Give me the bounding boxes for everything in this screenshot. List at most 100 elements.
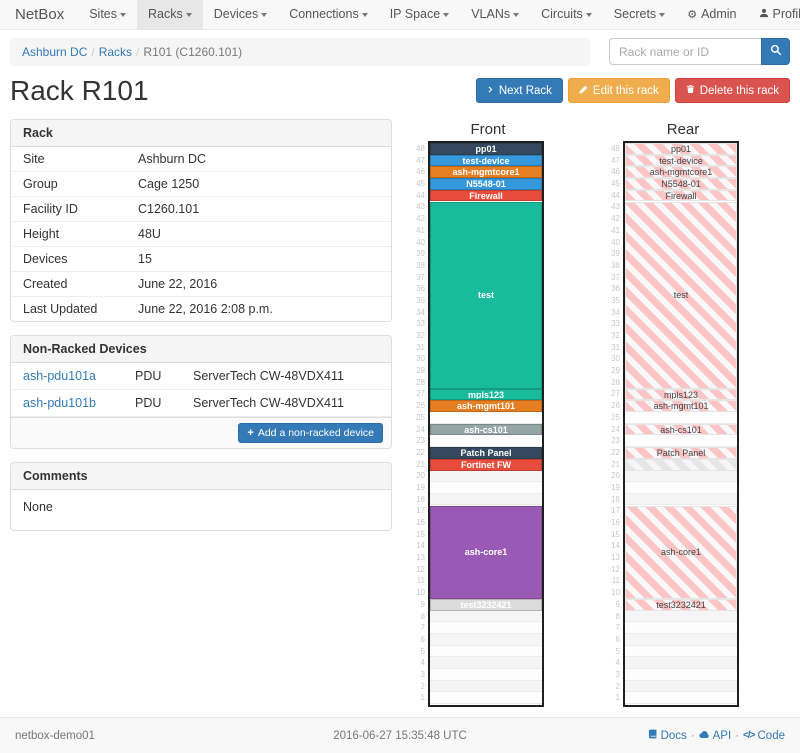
rack-unit-rear-6[interactable] bbox=[625, 634, 737, 646]
unit-number-42: 42 bbox=[609, 213, 623, 225]
device-rear-ash-cs101[interactable]: ash-cs101 bbox=[625, 424, 737, 436]
netbox-brand[interactable]: NetBox bbox=[0, 0, 78, 29]
device-rear-patch-panel[interactable]: Patch Panel bbox=[625, 447, 737, 459]
nav-profile[interactable]: Profile bbox=[748, 0, 800, 29]
device-rear-pp01[interactable]: pp01 bbox=[625, 143, 737, 155]
nav-item-label: Connections bbox=[289, 7, 359, 21]
chevron-down-icon bbox=[443, 13, 449, 17]
rack-unit-front-18[interactable] bbox=[430, 494, 542, 506]
comments-body: None bbox=[11, 490, 391, 530]
attr-label: Last Updated bbox=[23, 302, 138, 316]
nav-item-circuits[interactable]: Circuits bbox=[530, 0, 603, 29]
nav-item-connections[interactable]: Connections bbox=[278, 0, 379, 29]
rack-unit-front-3[interactable] bbox=[430, 669, 542, 681]
rack-unit-front-8[interactable] bbox=[430, 611, 542, 623]
rack-unit-front-6[interactable] bbox=[430, 634, 542, 646]
device-rear-ash-core1[interactable]: ash-core1 bbox=[625, 506, 737, 600]
user-icon bbox=[759, 0, 769, 29]
rack-unit-front-23[interactable] bbox=[430, 435, 542, 447]
device-front-ash-mgmt101[interactable]: ash-mgmt101 bbox=[430, 400, 542, 412]
docs-link[interactable]: Docs bbox=[648, 729, 687, 742]
rack-unit-front-4[interactable] bbox=[430, 657, 542, 669]
device-front-test3232421[interactable]: test3232421 bbox=[430, 599, 542, 611]
breadcrumb-current: R101 (C1260.101) bbox=[143, 45, 242, 59]
nav-item-vlans[interactable]: VLANs bbox=[460, 0, 530, 29]
rack-unit-rear-7[interactable] bbox=[625, 622, 737, 634]
unit-number-19: 19 bbox=[414, 482, 428, 494]
unit-number-24: 24 bbox=[609, 424, 623, 436]
device-link-ash-pdu101b[interactable]: ash-pdu101b bbox=[23, 396, 135, 410]
device-rear-test[interactable]: test bbox=[625, 202, 737, 389]
unit-number-5: 5 bbox=[414, 646, 428, 658]
next-rack-button[interactable]: Next Rack bbox=[476, 78, 563, 103]
device-front-test-device[interactable]: test-device bbox=[430, 155, 542, 167]
rack-unit-rear-5[interactable] bbox=[625, 646, 737, 658]
device-rear-mpls123[interactable]: mpls123 bbox=[625, 389, 737, 401]
rack-unit-rear-4[interactable] bbox=[625, 657, 737, 669]
breadcrumb-racks-link[interactable]: Racks bbox=[99, 45, 132, 59]
rack-unit-rear-8[interactable] bbox=[625, 611, 737, 623]
edit-rack-label: Edit this rack bbox=[593, 85, 659, 97]
search-input[interactable] bbox=[609, 38, 761, 65]
device-front-n5548-01[interactable]: N5548-01 bbox=[430, 178, 542, 190]
unit-number-41: 41 bbox=[609, 225, 623, 237]
device-front-ash-mgmtcore1[interactable]: ash-mgmtcore1 bbox=[430, 166, 542, 178]
code-link[interactable]: </> Code bbox=[743, 730, 785, 742]
code-icon: </> bbox=[743, 730, 754, 741]
device-front-ash-core1[interactable]: ash-core1 bbox=[430, 506, 542, 600]
rack-unit-front-20[interactable] bbox=[430, 470, 542, 482]
rack-unit-front-2[interactable] bbox=[430, 681, 542, 693]
rack-unit-front-7[interactable] bbox=[430, 622, 542, 634]
rack-unit-rear-3[interactable] bbox=[625, 669, 737, 681]
nav-item-sites[interactable]: Sites bbox=[78, 0, 137, 29]
attr-value-group[interactable]: Cage 1250 bbox=[138, 177, 199, 191]
device-rear-test3232421[interactable]: test3232421 bbox=[625, 599, 737, 611]
rack-unit-rear-25[interactable] bbox=[625, 412, 737, 424]
add-nonracked-device-button[interactable]: + Add a non-racked device bbox=[238, 423, 383, 443]
device-rear-firewall[interactable]: Firewall bbox=[625, 190, 737, 202]
attr-value-devices[interactable]: 15 bbox=[138, 252, 152, 266]
nav-item-secrets[interactable]: Secrets bbox=[603, 0, 676, 29]
unit-number-13: 13 bbox=[414, 552, 428, 564]
rack-unit-front-5[interactable] bbox=[430, 646, 542, 658]
front-unit-numbers: 4847464544434241403938373635343332313029… bbox=[414, 141, 428, 707]
rack-unit-rear-1[interactable] bbox=[625, 692, 737, 704]
nav-admin[interactable]: ⚙ Admin bbox=[676, 0, 747, 29]
attr-value-site[interactable]: Ashburn DC bbox=[138, 152, 206, 166]
rack-unit-rear-23[interactable] bbox=[625, 435, 737, 447]
device-front-test[interactable]: test bbox=[430, 202, 542, 389]
rack-unit-front-19[interactable] bbox=[430, 482, 542, 494]
rack-unit-rear-19[interactable] bbox=[625, 482, 737, 494]
device-front-mpls123[interactable]: mpls123 bbox=[430, 389, 542, 401]
device-front-ash-cs101[interactable]: ash-cs101 bbox=[430, 424, 542, 436]
rack-unit-rear-18[interactable] bbox=[625, 494, 737, 506]
unit-number-14: 14 bbox=[609, 540, 623, 552]
edit-rack-button[interactable]: Edit this rack bbox=[568, 78, 670, 103]
nav-item-devices[interactable]: Devices bbox=[203, 0, 278, 29]
rack-unit-front-25[interactable] bbox=[430, 412, 542, 424]
device-rear-ash-mgmt101[interactable]: ash-mgmt101 bbox=[625, 400, 737, 412]
nav-item-label: IP Space bbox=[390, 7, 441, 21]
rack-unit-rear-20[interactable] bbox=[625, 470, 737, 482]
delete-rack-button[interactable]: Delete this rack bbox=[675, 78, 790, 103]
device-front-firewall[interactable]: Firewall bbox=[430, 190, 542, 202]
device-front-pp01[interactable]: pp01 bbox=[430, 143, 542, 155]
device-link-ash-pdu101a[interactable]: ash-pdu101a bbox=[23, 369, 135, 383]
device-rear-ash-mgmtcore1[interactable]: ash-mgmtcore1 bbox=[625, 166, 737, 178]
nav-item-ip-space[interactable]: IP Space bbox=[379, 0, 461, 29]
unit-number-38: 38 bbox=[609, 260, 623, 272]
device-rear-fortinet-fw[interactable] bbox=[625, 459, 737, 471]
unit-number-1: 1 bbox=[609, 692, 623, 704]
device-front-patch-panel[interactable]: Patch Panel bbox=[430, 447, 542, 459]
rack-unit-rear-2[interactable] bbox=[625, 681, 737, 693]
api-link[interactable]: API bbox=[699, 730, 732, 742]
unit-number-7: 7 bbox=[414, 622, 428, 634]
rack-unit-front-1[interactable] bbox=[430, 692, 542, 704]
device-rear-n5548-01[interactable]: N5548-01 bbox=[625, 178, 737, 190]
device-front-fortinet-fw[interactable]: Fortinet FW bbox=[430, 459, 542, 471]
breadcrumb-site-link[interactable]: Ashburn DC bbox=[22, 45, 87, 59]
chevron-down-icon bbox=[362, 13, 368, 17]
search-button[interactable] bbox=[761, 38, 790, 65]
nav-item-racks[interactable]: Racks bbox=[137, 0, 203, 29]
device-rear-test-device[interactable]: test-device bbox=[625, 155, 737, 167]
